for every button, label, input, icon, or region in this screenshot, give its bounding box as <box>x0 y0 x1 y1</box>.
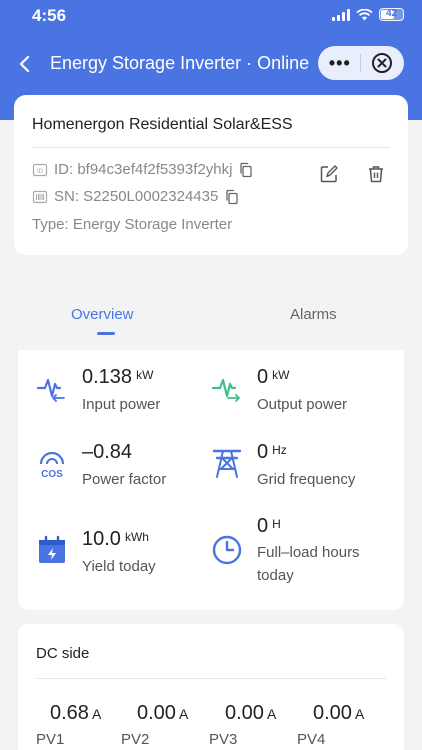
full-load-hours-label: Full–load hours <box>257 544 360 561</box>
full-load-hours-unit: H <box>272 517 281 531</box>
copy-id-icon[interactable] <box>238 162 254 178</box>
input-power-label: Input power <box>82 396 161 413</box>
device-id-row: ID ID: bf94c3ef4f2f5393f2yhkj <box>32 161 254 178</box>
pv-value: 0.00 <box>313 702 352 724</box>
output-power-value: 0 <box>257 366 269 388</box>
input-power-unit: kW <box>136 368 154 382</box>
status-time: 4:56 <box>32 6 67 25</box>
overview-card: 0.138 kW Input power 0 kW Output power COS… <box>18 350 404 610</box>
power-factor-value: –0.84 <box>82 441 133 463</box>
output-power-label: Output power <box>257 396 348 413</box>
barcode-icon <box>32 190 48 203</box>
grid-frequency-label: Grid frequency <box>257 471 356 488</box>
page-title: Energy Storage Inverter · Online <box>50 53 310 73</box>
dc-side-title: DC side <box>36 645 90 662</box>
device-info-card: Homenergon Residential Solar&ESS ID ID: … <box>14 95 408 255</box>
status-icons: 42 <box>332 8 404 21</box>
input-power-icon <box>36 378 65 402</box>
yield-today-label: Yield today <box>82 558 156 575</box>
back-button[interactable] <box>14 50 38 78</box>
tab-alarms[interactable]: Alarms <box>290 306 337 323</box>
yield-today-unit: kWh <box>124 530 149 544</box>
svg-text:ID: ID <box>37 169 44 175</box>
device-sn: SN: S2250L0002324435 <box>54 188 219 205</box>
tab-bar: Overview Alarms <box>0 296 422 346</box>
grid-frequency-value: 0 <box>257 441 269 463</box>
device-name: Homenergon Residential Solar&ESS <box>32 116 293 133</box>
output-power-unit: kW <box>272 368 290 382</box>
pv-item: 0.00 A PV4 <box>297 702 401 748</box>
mini-program-capsule: ••• <box>318 46 404 80</box>
device-id: ID: bf94c3ef4f2f5393f2yhkj <box>54 161 233 178</box>
yield-today-value: 10.0 <box>82 528 121 550</box>
calendar-icon <box>39 535 65 563</box>
svg-text:COS: COS <box>41 469 63 479</box>
power-factor-label: Power factor <box>82 471 167 488</box>
delete-icon[interactable] <box>366 164 386 184</box>
signal-icon <box>332 8 350 21</box>
device-type: Type: Energy Storage Inverter <box>32 216 233 233</box>
grid-frequency-unit: Hz <box>272 443 287 457</box>
pv-label: PV4 <box>297 731 326 748</box>
pv-unit: A <box>266 706 277 722</box>
power-factor-icon: COS <box>39 451 65 479</box>
pv-value: 0.68 <box>50 702 89 724</box>
tab-overview[interactable]: Overview <box>71 306 134 323</box>
pv-unit: A <box>354 706 365 722</box>
dc-side-card: DC side 0.68 A PV1 0.00 A PV2 0.00 A PV3 0.… <box>18 624 404 750</box>
tab-active-indicator <box>97 332 115 335</box>
divider <box>32 147 390 148</box>
battery-level: 42 <box>385 8 398 19</box>
grid-tower-icon <box>212 449 242 478</box>
id-card-icon: ID <box>32 163 48 176</box>
device-sn-row: SN: S2250L0002324435 <box>32 188 240 205</box>
device-type-row: Type: Energy Storage Inverter <box>32 216 232 233</box>
full-load-hours-value: 0 <box>257 515 269 537</box>
input-power-value: 0.138 <box>82 366 133 388</box>
edit-icon[interactable] <box>319 164 339 184</box>
full-load-hours-label-line2: today <box>257 567 294 584</box>
close-icon[interactable] <box>371 52 393 74</box>
battery-icon: 42 <box>379 8 404 21</box>
nav-bar: Energy Storage Inverter · Online ••• <box>0 44 422 84</box>
pv-unit: A <box>178 706 189 722</box>
clock-icon <box>212 535 242 565</box>
more-button[interactable]: ••• <box>329 54 351 72</box>
copy-sn-icon[interactable] <box>224 189 240 205</box>
wifi-icon <box>356 8 373 20</box>
divider <box>36 678 386 679</box>
capsule-divider <box>360 54 362 72</box>
pv-value: 0.00 <box>137 702 176 724</box>
pv-value: 0.00 <box>225 702 264 724</box>
status-bar: 4:56 42 <box>0 0 422 34</box>
pv-unit: A <box>91 706 102 722</box>
output-power-icon <box>211 378 240 402</box>
